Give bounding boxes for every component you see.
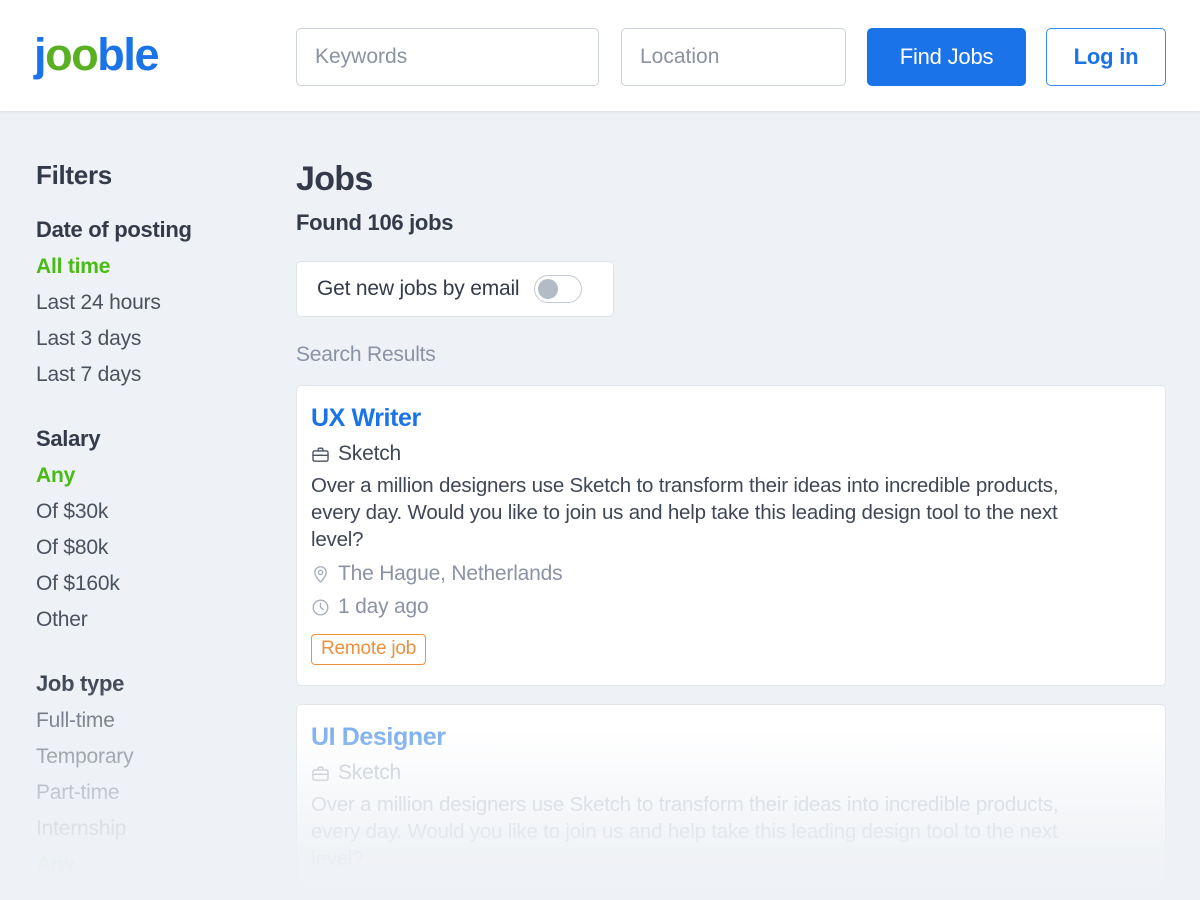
keywords-input[interactable] [296,28,599,86]
page-title: Jobs [296,160,373,198]
filter-option[interactable]: Of $80k [36,530,272,566]
job-posted-row: 1 day ago [311,595,1145,619]
body-area: Filters Date of posting All time Last 24 h… [0,111,1200,900]
site-header: jooble Find Jobs Log in [0,0,1200,111]
filter-group-title: Salary [36,426,101,451]
filter-option[interactable]: Any [36,847,272,883]
filter-group: Salary Any Of $30k Of $80k Of $160k Other [36,426,272,638]
logo-part-oo: oo [45,29,99,80]
main-content: Jobs Found 106 jobs Get new jobs by emai… [272,111,1200,900]
email-alert-card[interactable]: Get new jobs by email [296,261,614,317]
job-card[interactable]: UX Writer Sketch Over a million designers … [296,385,1166,686]
logo-part-j: j [34,29,47,80]
log-in-button[interactable]: Log in [1046,28,1166,86]
filter-group: Job type Full-time Temporary Part-time Inter… [36,671,272,883]
filter-groups: Date of posting All time Last 24 hours Last… [36,217,272,883]
briefcase-icon [312,446,329,462]
filter-option[interactable]: Full-time [36,703,272,739]
filter-option[interactable]: Temporary [36,739,272,775]
job-company-name: Sketch [338,761,401,784]
filter-option[interactable]: Internship [36,811,272,847]
job-posted-time: 1 day ago [338,595,429,618]
filter-option[interactable]: Last 7 days [36,357,272,393]
filter-group-title: Date of posting [36,217,192,242]
find-jobs-button[interactable]: Find Jobs [867,28,1026,86]
location-input[interactable] [621,28,846,86]
job-company-row: Sketch [311,442,1145,466]
job-location: The Hague, Netherlands [338,562,563,585]
filter-option[interactable]: Last 24 hours [36,285,272,321]
filters-sidebar: Filters Date of posting All time Last 24 h… [0,111,272,900]
job-title-link[interactable]: UX Writer [311,404,421,433]
jooble-job-search-page: jooble Find Jobs Log in Filters Date of … [0,0,1200,900]
filter-option[interactable]: Any [36,458,272,494]
briefcase-icon [312,765,329,781]
toggle-knob [538,279,559,299]
found-jobs-count: Found 106 jobs [296,210,454,235]
clock-icon [312,599,329,615]
search-results-label: Search Results [296,343,436,366]
filter-option[interactable]: Of $160k [36,566,272,602]
location-pin-icon [314,565,327,583]
email-alert-toggle[interactable] [534,275,583,303]
filter-option[interactable]: Last 3 days [36,321,272,357]
job-location-row: The Hague, Netherlands [311,562,1145,586]
job-description: Over a million designers use Sketch to t… [311,793,1059,870]
logo-part-ble: ble [97,29,159,80]
filter-option[interactable]: All time [36,249,272,285]
email-alert-label: Get new jobs by email [317,277,520,300]
job-results-list: UX Writer Sketch Over a million designers … [296,385,1166,893]
filters-heading: Filters [36,160,112,190]
filter-group-title: Job type [36,671,125,696]
filter-option[interactable]: Part-time [36,775,272,811]
filter-option[interactable]: Other [36,602,272,638]
job-company-row: Sketch [311,761,1145,785]
filter-option[interactable]: Of $30k [36,494,272,530]
remote-job-badge: Remote job [311,634,427,665]
jooble-logo[interactable]: jooble [34,29,160,81]
job-card[interactable]: UI Designer Sketch Over a million designer… [296,704,1166,893]
job-company-name: Sketch [338,442,401,465]
filter-group: Date of posting All time Last 24 hours Last… [36,217,272,393]
job-title-link[interactable]: UI Designer [311,723,446,752]
job-description: Over a million designers use Sketch to t… [311,474,1059,551]
